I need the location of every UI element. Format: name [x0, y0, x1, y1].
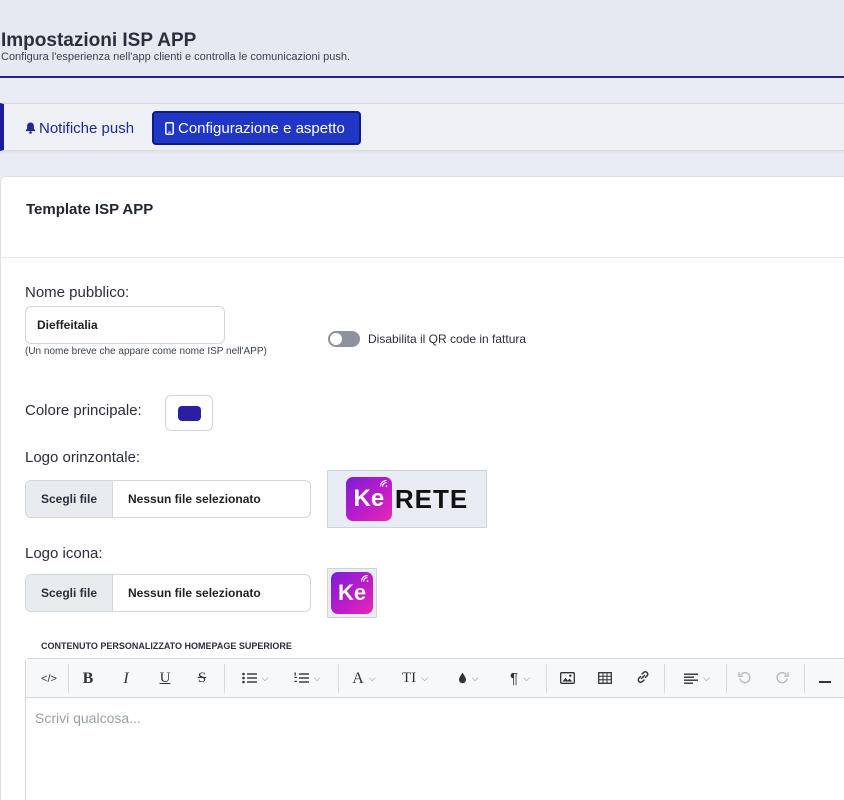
tab-configuration-label: Configurazione e aspetto — [178, 119, 345, 137]
chevron-down-icon: ⌵ — [368, 673, 376, 683]
droplet-icon — [458, 671, 467, 687]
bell-icon — [24, 122, 36, 134]
tab-push-notifications[interactable]: Notifiche push — [20, 111, 138, 145]
icon-logo-label: Logo icona: — [25, 545, 103, 562]
tab-bar: Notifiche push Configurazione e aspetto — [0, 103, 844, 151]
underline-button[interactable]: U — [153, 659, 177, 698]
strikethrough-button[interactable]: S — [190, 659, 214, 698]
insert-image-button[interactable] — [555, 659, 579, 698]
table-icon — [598, 671, 612, 687]
toggle-knob — [330, 333, 342, 345]
font-size-button[interactable]: TI ⌵ — [393, 659, 437, 698]
bullet-list-icon — [241, 671, 257, 687]
editor-placeholder[interactable]: Scrivi qualcosa... — [35, 710, 141, 726]
numbered-list-icon — [294, 671, 309, 687]
undo-button[interactable] — [732, 659, 756, 698]
public-name-help: (Un nome breve che appare come nome ISP … — [25, 346, 267, 357]
code-view-button[interactable]: </> — [34, 659, 64, 698]
redo-icon — [775, 671, 789, 687]
horizontal-logo-preview: Ke RETE — [327, 470, 487, 528]
minus-icon — [819, 671, 831, 687]
text-style-button[interactable]: ⌵ — [446, 659, 490, 698]
insert-table-button[interactable] — [593, 659, 617, 698]
main-color-label: Colore principale: — [25, 402, 142, 419]
public-name-input[interactable]: Dieffeitalia — [25, 306, 225, 344]
italic-button[interactable]: I — [114, 659, 138, 698]
bullet-list-button[interactable]: ⌵ — [232, 659, 278, 698]
link-icon — [636, 670, 650, 687]
align-button[interactable]: ⌵ — [674, 659, 720, 698]
horizontal-rule-button[interactable] — [813, 659, 837, 698]
chevron-down-icon: ⌵ — [523, 673, 530, 683]
page-subtitle: Configura l'esperienza nell'app clienti … — [1, 51, 351, 63]
horizontal-logo-choose-button[interactable]: Scegli file — [26, 481, 113, 517]
font-color-button[interactable]: A ⌵ — [344, 659, 384, 698]
ke-icon-mark: Ke — [331, 572, 373, 614]
ke-logo-mark: Ke — [345, 477, 392, 521]
tab-configuration[interactable]: Configurazione e aspetto — [152, 111, 361, 145]
bold-button[interactable]: B — [76, 659, 100, 698]
align-left-icon — [684, 671, 699, 687]
public-name-label: Nome pubblico: — [25, 284, 130, 301]
icon-logo-status: Nessun file selezionato — [128, 586, 261, 600]
page-header: Impostazioni ISP APP Configura l'esperie… — [0, 0, 844, 78]
wifi-icon — [360, 574, 369, 584]
chevron-down-icon: ⌵ — [313, 673, 321, 683]
paragraph-label: ¶ — [510, 670, 519, 687]
card-header: Template ISP APP — [1, 177, 844, 258]
horizontal-logo-status: Nessun file selezionato — [128, 492, 261, 506]
font-size-label: TI — [402, 670, 417, 686]
main-color-picker[interactable] — [165, 395, 213, 431]
insert-link-button[interactable] — [631, 659, 655, 698]
image-icon — [559, 671, 575, 687]
page-title: Impostazioni ISP APP — [1, 30, 197, 51]
editor-label: CONTENUTO PERSONALIZZATO HOMEPAGE SUPERI… — [41, 641, 292, 651]
qr-code-toggle[interactable] — [328, 331, 360, 347]
icon-logo-preview: Ke — [327, 568, 377, 618]
editor-toolbar: </> B I U S ⌵ ⌵ A ⌵ TI ⌵ ⌵ ¶ ⌵ ⌵ — [26, 659, 844, 698]
mobile-icon — [163, 121, 175, 135]
rich-text-editor: </> B I U S ⌵ ⌵ A ⌵ TI ⌵ ⌵ ¶ ⌵ ⌵ Scrivi … — [25, 658, 844, 800]
icon-logo-file-input[interactable]: Scegli file Nessun file selezionato — [25, 574, 311, 612]
card-title: Template ISP APP — [26, 201, 154, 218]
icon-logo-choose-button[interactable]: Scegli file — [26, 575, 113, 611]
ke-logo-text: Ke — [353, 485, 385, 512]
color-swatch — [178, 406, 201, 421]
horizontal-logo-file-input[interactable]: Scegli file Nessun file selezionato — [25, 480, 311, 518]
chevron-down-icon: ⌵ — [471, 673, 479, 683]
tab-push-label: Notifiche push — [39, 119, 135, 137]
wifi-icon — [379, 479, 388, 489]
paragraph-button[interactable]: ¶ ⌵ — [498, 659, 542, 698]
horizontal-logo-label: Logo orinzontale: — [25, 449, 141, 466]
chevron-down-icon: ⌵ — [421, 673, 428, 683]
chevron-down-icon: ⌵ — [261, 673, 269, 683]
rete-logo-text: RETE — [394, 483, 469, 514]
chevron-down-icon: ⌵ — [703, 673, 710, 683]
redo-button[interactable] — [770, 659, 794, 698]
qr-code-toggle-label: Disabilita il QR code in fattura — [368, 332, 527, 346]
undo-icon — [737, 671, 751, 687]
font-color-label: A — [352, 669, 364, 687]
numbered-list-button[interactable]: ⌵ — [284, 659, 330, 698]
